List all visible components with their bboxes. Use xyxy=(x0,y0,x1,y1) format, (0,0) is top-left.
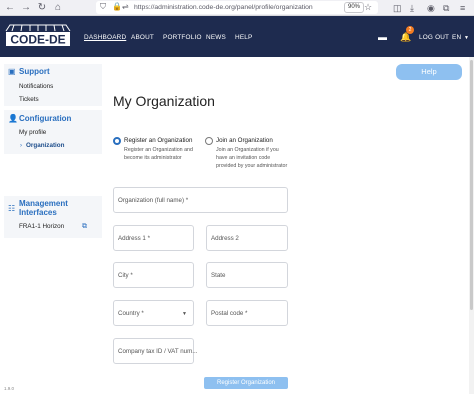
nav-portfolio[interactable]: PORTFOLIO xyxy=(163,34,202,42)
address2-placeholder: Address 2 xyxy=(211,235,239,242)
back-icon[interactable]: ← xyxy=(4,2,16,14)
state-placeholder: State xyxy=(211,272,226,279)
zoom-level[interactable]: 90% xyxy=(344,2,365,13)
download-icon[interactable]: ⤓ xyxy=(410,2,414,14)
person-icon: 👤 xyxy=(8,114,18,123)
forward-icon[interactable]: → xyxy=(20,2,32,14)
register-org-radio[interactable] xyxy=(113,137,121,145)
register-org-desc-2: become its administrator xyxy=(124,155,182,161)
pocket-icon[interactable]: ◫ xyxy=(393,2,402,14)
permissions-icon[interactable]: ⇌ xyxy=(122,1,129,13)
join-org-desc-3: provided by your administrator xyxy=(216,163,288,169)
nav-news[interactable]: NEWS xyxy=(206,34,226,42)
country-placeholder: Country * xyxy=(118,310,144,317)
extensions-icon[interactable]: ⧉ xyxy=(443,2,449,14)
tax-id-placeholder: Company tax ID / VAT num... xyxy=(118,348,198,355)
reload-icon[interactable]: ↻ xyxy=(36,2,48,14)
tax-id-field[interactable]: Company tax ID / VAT num... xyxy=(113,338,198,364)
shield-icon[interactable]: ⛉ xyxy=(100,1,106,13)
sidebar-management-title-2: Interfaces xyxy=(19,208,57,217)
active-arrow-icon: › xyxy=(20,143,22,149)
external-link-icon[interactable]: ⧉ xyxy=(82,222,87,232)
city-field[interactable]: City * xyxy=(113,262,194,288)
sidebar-item-organization[interactable]: Organization xyxy=(26,142,64,150)
help-button[interactable]: Help xyxy=(396,64,462,80)
join-org-label[interactable]: Join an Organization xyxy=(216,137,273,145)
url-text: https://administration.code-de.org/panel… xyxy=(134,4,313,11)
postal-code-field[interactable]: Postal code * xyxy=(206,300,288,326)
sidebar-configuration-title: Configuration xyxy=(19,114,72,123)
address1-placeholder: Address 1 * xyxy=(118,235,150,242)
sidebar-support-title: Support xyxy=(19,67,50,76)
support-icon: ▣ xyxy=(8,67,16,76)
chevron-down-icon[interactable]: ▼ xyxy=(464,34,469,42)
bookmark-star-icon[interactable]: ☆ xyxy=(364,1,372,13)
nav-dashboard[interactable]: DASHBOARD xyxy=(84,34,126,42)
logout-link[interactable]: LOG OUT xyxy=(419,34,449,42)
address2-field[interactable]: Address 2 xyxy=(206,225,288,251)
chat-icon[interactable]: ▬ xyxy=(378,32,387,42)
join-org-radio[interactable] xyxy=(205,137,213,145)
state-field[interactable]: State xyxy=(206,262,288,288)
sidebar-item-my-profile[interactable]: My profile xyxy=(19,129,46,137)
lock-icon[interactable]: 🔒 xyxy=(112,1,122,13)
scrollbar-thumb[interactable] xyxy=(470,60,473,310)
logo-text: CODE-DE xyxy=(10,33,65,47)
register-org-label[interactable]: Register an Organization xyxy=(124,137,192,145)
home-icon[interactable]: ⌂ xyxy=(52,2,64,14)
organization-name-placeholder: Organization (full name) * xyxy=(118,197,189,204)
browser-toolbar: ← → ↻ ⌂ ⛉ 🔒 ⇌ https://administration.cod… xyxy=(0,0,474,16)
city-placeholder: City * xyxy=(118,272,133,279)
account-icon[interactable]: ◉ xyxy=(427,2,435,14)
register-organization-button[interactable]: Register Organization xyxy=(204,377,288,389)
postal-code-placeholder: Postal code * xyxy=(211,310,248,317)
notification-badge: 2 xyxy=(406,26,414,34)
url-bar[interactable]: ⛉ 🔒 ⇌ https://administration.code-de.org… xyxy=(96,1,378,14)
page-title: My Organization xyxy=(113,93,215,109)
country-select[interactable]: Country * ▼ xyxy=(113,300,194,326)
language-select[interactable]: EN xyxy=(452,34,461,42)
sliders-icon: ☷ xyxy=(8,204,16,213)
organization-name-field[interactable]: Organization (full name) * xyxy=(113,187,288,213)
code-de-logo[interactable]: CODE-DE xyxy=(4,23,72,49)
caret-down-icon: ▼ xyxy=(182,311,187,317)
sidebar-item-tickets[interactable]: Tickets xyxy=(19,96,39,104)
app-header: CODE-DE DASHBOARD ABOUT PORTFOLIO NEWS H… xyxy=(0,16,474,57)
sidebar-item-notifications[interactable]: Notifications xyxy=(19,83,53,91)
version-text: 1.9.0 xyxy=(4,386,15,391)
sidebar-item-horizon[interactable]: FRA1-1 Horizon xyxy=(19,223,64,231)
address1-field[interactable]: Address 1 * xyxy=(113,225,194,251)
nav-help[interactable]: HELP xyxy=(235,34,253,42)
nav-about[interactable]: ABOUT xyxy=(131,34,154,42)
menu-icon[interactable]: ≡ xyxy=(460,2,465,14)
